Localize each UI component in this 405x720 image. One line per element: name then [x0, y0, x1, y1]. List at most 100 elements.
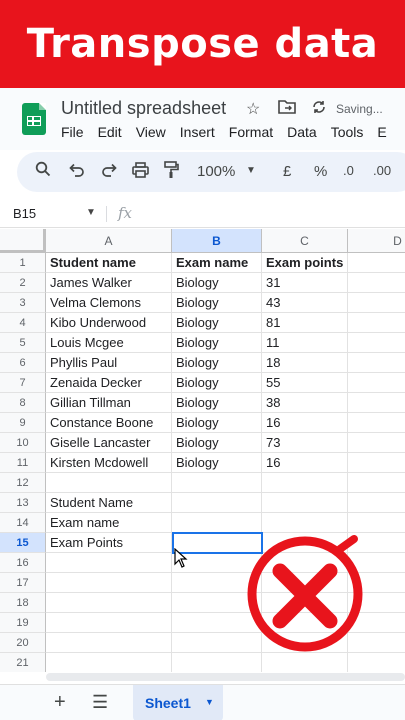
cell-b4[interactable]: Biology [172, 313, 262, 333]
cell-c5[interactable]: 11 [262, 333, 348, 353]
row-header-17[interactable]: 17 [0, 573, 46, 593]
row-header-12[interactable]: 12 [0, 473, 46, 493]
row-header-9[interactable]: 9 [0, 413, 46, 433]
search-icon[interactable] [35, 161, 51, 181]
percent-format-button[interactable]: % [314, 163, 327, 180]
row-header-18[interactable]: 18 [0, 593, 46, 613]
increase-decimal-button[interactable]: .00 [373, 163, 391, 178]
cell-a16[interactable] [46, 553, 172, 573]
cell-c2[interactable]: 31 [262, 273, 348, 293]
cell-d6[interactable] [348, 353, 405, 373]
name-box[interactable]: B15 [13, 206, 36, 221]
row-header-5[interactable]: 5 [0, 333, 46, 353]
menu-format[interactable]: Format [229, 124, 273, 140]
zoom-select[interactable]: 100% [197, 163, 235, 180]
menu-insert[interactable]: Insert [180, 124, 215, 140]
cell-d8[interactable] [348, 393, 405, 413]
currency-format-button[interactable]: £ [283, 163, 291, 180]
cell-b1[interactable]: Exam name [172, 253, 262, 273]
cell-d2[interactable] [348, 273, 405, 293]
cell-a15[interactable]: Exam Points [46, 533, 172, 553]
column-header-c[interactable]: C [262, 229, 348, 253]
document-title[interactable]: Untitled spreadsheet [61, 98, 226, 119]
undo-icon[interactable] [69, 163, 85, 181]
row-header-1[interactable]: 1 [0, 253, 46, 273]
cell-a13[interactable]: Student Name [46, 493, 172, 513]
cell-b3[interactable]: Biology [172, 293, 262, 313]
cell-c6[interactable]: 18 [262, 353, 348, 373]
row-header-21[interactable]: 21 [0, 653, 46, 672]
cell-c11[interactable]: 16 [262, 453, 348, 473]
row-header-20[interactable]: 20 [0, 633, 46, 653]
column-header-d[interactable]: D [348, 229, 405, 253]
menu-tools[interactable]: Tools [331, 124, 364, 140]
cell-a5[interactable]: Louis Mcgee [46, 333, 172, 353]
name-box-caret-icon[interactable]: ▼ [86, 207, 96, 218]
cell-c7[interactable]: 55 [262, 373, 348, 393]
cell-d12[interactable] [348, 473, 405, 493]
cell-d9[interactable] [348, 413, 405, 433]
row-header-3[interactable]: 3 [0, 293, 46, 313]
cell-d5[interactable] [348, 333, 405, 353]
row-header-4[interactable]: 4 [0, 313, 46, 333]
cell-b2[interactable]: Biology [172, 273, 262, 293]
cell-a17[interactable] [46, 573, 172, 593]
menu-data[interactable]: Data [287, 124, 317, 140]
cell-b10[interactable]: Biology [172, 433, 262, 453]
row-header-15[interactable]: 15 [0, 533, 46, 553]
cell-a4[interactable]: Kibo Underwood [46, 313, 172, 333]
cell-b13[interactable] [172, 493, 262, 513]
cell-b9[interactable]: Biology [172, 413, 262, 433]
cell-c21[interactable] [262, 653, 348, 672]
cell-a6[interactable]: Phyllis Paul [46, 353, 172, 373]
cell-a2[interactable]: James Walker [46, 273, 172, 293]
cell-d7[interactable] [348, 373, 405, 393]
cell-d14[interactable] [348, 513, 405, 533]
cell-c1[interactable]: Exam points [262, 253, 348, 273]
move-folder-icon[interactable] [278, 99, 296, 119]
cell-a21[interactable] [46, 653, 172, 672]
row-header-8[interactable]: 8 [0, 393, 46, 413]
cell-d10[interactable] [348, 433, 405, 453]
add-sheet-icon[interactable]: + [54, 691, 66, 714]
zoom-caret-icon[interactable]: ▼ [246, 165, 256, 176]
cell-c10[interactable]: 73 [262, 433, 348, 453]
menu-file[interactable]: File [61, 124, 84, 140]
cell-b11[interactable]: Biology [172, 453, 262, 473]
sheet-tab-caret-icon[interactable]: ▼ [205, 697, 214, 707]
cell-c8[interactable]: 38 [262, 393, 348, 413]
horizontal-scrollbar[interactable] [46, 673, 405, 681]
cell-c4[interactable]: 81 [262, 313, 348, 333]
decrease-decimal-button[interactable]: .0 [343, 163, 354, 178]
redo-icon[interactable] [101, 163, 117, 181]
cell-a14[interactable]: Exam name [46, 513, 172, 533]
cell-d1[interactable] [348, 253, 405, 273]
cell-d13[interactable] [348, 493, 405, 513]
cell-a12[interactable] [46, 473, 172, 493]
cell-c12[interactable] [262, 473, 348, 493]
cell-c13[interactable] [262, 493, 348, 513]
cell-a11[interactable]: Kirsten Mcdowell [46, 453, 172, 473]
row-header-14[interactable]: 14 [0, 513, 46, 533]
cell-c14[interactable] [262, 513, 348, 533]
row-header-19[interactable]: 19 [0, 613, 46, 633]
row-header-6[interactable]: 6 [0, 353, 46, 373]
menu-edit[interactable]: Edit [98, 124, 122, 140]
paint-format-icon[interactable] [164, 161, 179, 183]
cell-a10[interactable]: Giselle Lancaster [46, 433, 172, 453]
cell-b6[interactable]: Biology [172, 353, 262, 373]
cell-a8[interactable]: Gillian Tillman [46, 393, 172, 413]
cell-d3[interactable] [348, 293, 405, 313]
cell-b5[interactable]: Biology [172, 333, 262, 353]
cell-c9[interactable]: 16 [262, 413, 348, 433]
cell-b7[interactable]: Biology [172, 373, 262, 393]
cell-d11[interactable] [348, 453, 405, 473]
cell-b12[interactable] [172, 473, 262, 493]
cell-b8[interactable]: Biology [172, 393, 262, 413]
cell-a1[interactable]: Student name [46, 253, 172, 273]
column-header-a[interactable]: A [46, 229, 172, 253]
star-icon[interactable]: ☆ [246, 99, 260, 119]
row-header-13[interactable]: 13 [0, 493, 46, 513]
row-header-16[interactable]: 16 [0, 553, 46, 573]
column-header-b[interactable]: B [172, 229, 262, 253]
